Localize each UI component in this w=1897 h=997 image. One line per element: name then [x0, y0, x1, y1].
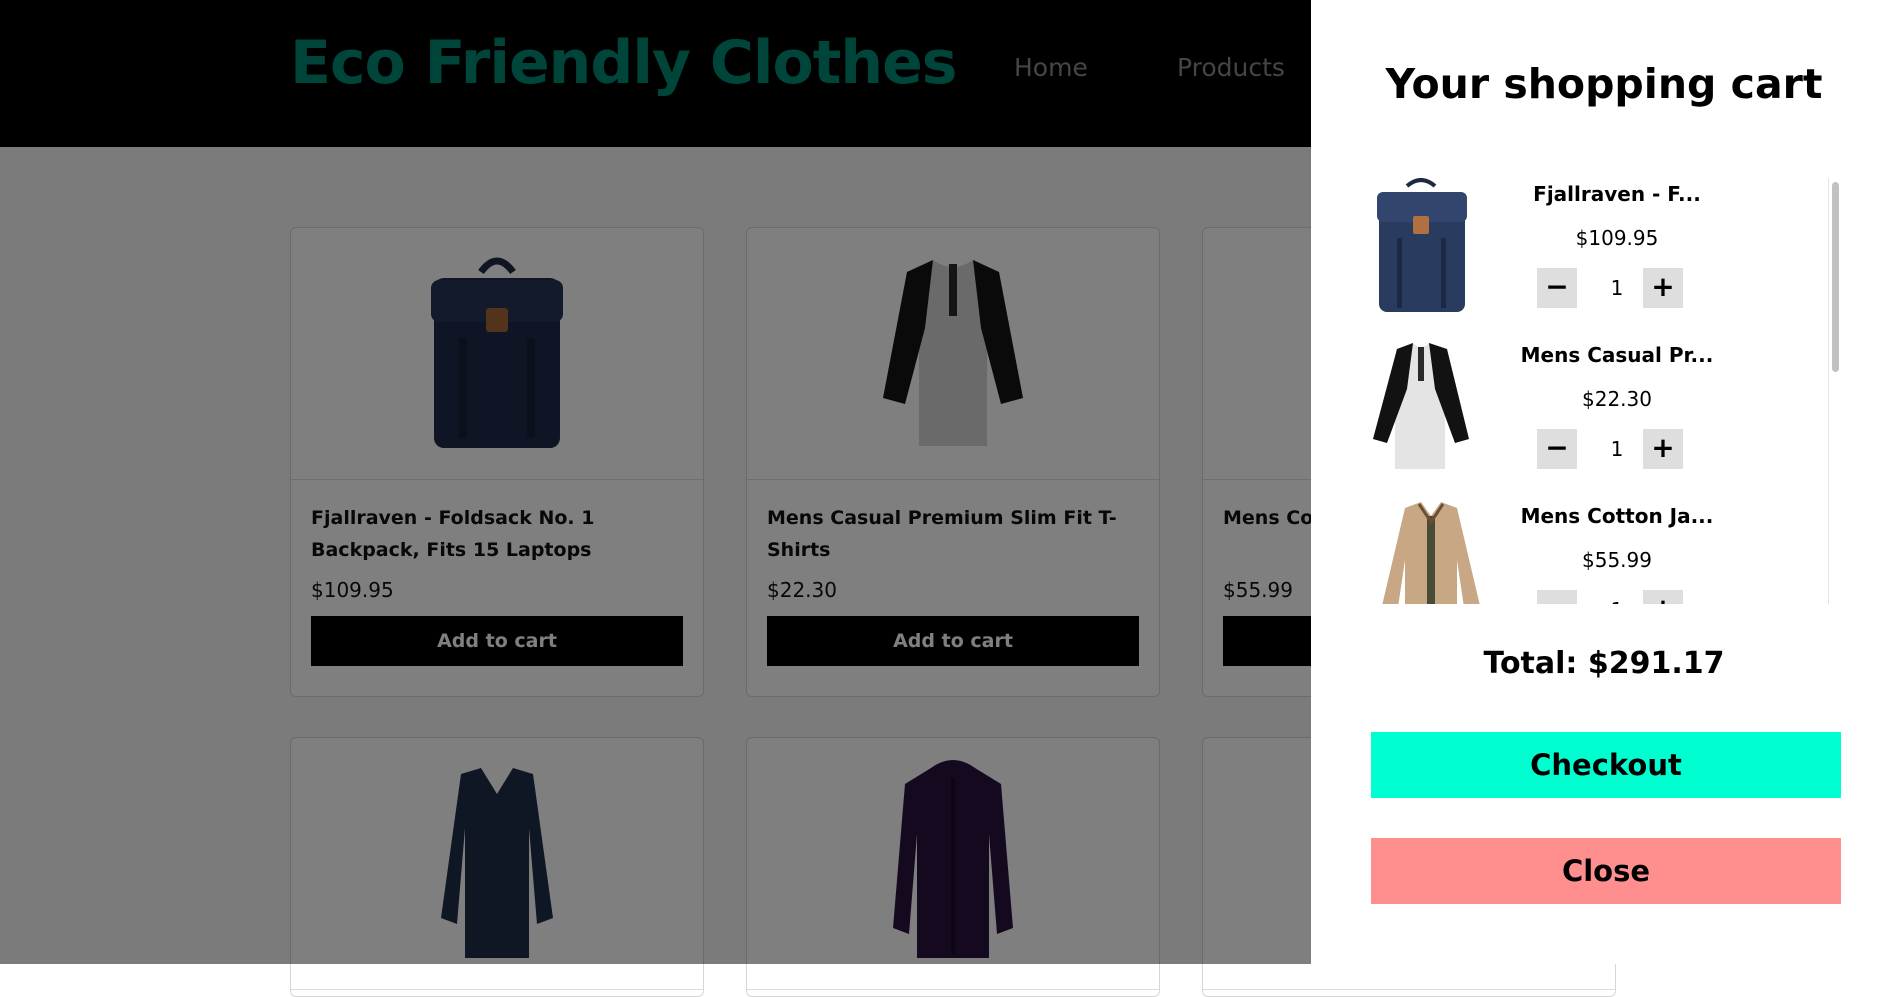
- cart-scrollbar[interactable]: [1828, 178, 1840, 604]
- cart-item-quantity: 1: [1597, 598, 1637, 604]
- cart-title: Your shopping cart: [1385, 60, 1823, 108]
- cart-item: Mens Casual Pr... $22.30 − 1 +: [1371, 339, 1831, 489]
- cart-item-name: Mens Casual Pr...: [1520, 343, 1714, 367]
- cart-item-price: $22.30: [1582, 387, 1652, 411]
- cart-panel: Your shopping cart Fjallraven - F... $10…: [1311, 0, 1897, 964]
- backpack-icon: [1371, 178, 1471, 318]
- cart-item-name: Fjallraven - F...: [1533, 182, 1701, 206]
- cart-item-list[interactable]: Fjallraven - F... $109.95 − 1 + Mens Cas…: [1371, 178, 1853, 604]
- decrease-quantity-button[interactable]: −: [1537, 268, 1577, 308]
- decrease-quantity-button[interactable]: −: [1537, 590, 1577, 604]
- cart-scrollbar-thumb[interactable]: [1832, 182, 1839, 372]
- increase-quantity-button[interactable]: +: [1643, 268, 1683, 308]
- jacket-icon: [1371, 500, 1480, 604]
- increase-quantity-button[interactable]: +: [1643, 590, 1683, 604]
- cart-item: Mens Cotton Ja... $55.99 − 1 +: [1371, 500, 1831, 604]
- increase-quantity-button[interactable]: +: [1643, 429, 1683, 469]
- cart-item-quantity: 1: [1610, 437, 1624, 461]
- cart-item-price: $109.95: [1575, 226, 1659, 250]
- cart-item-quantity: 1: [1610, 276, 1624, 300]
- cart-item: Fjallraven - F... $109.95 − 1 +: [1371, 178, 1831, 328]
- cart-item-price: $55.99: [1582, 548, 1652, 572]
- decrease-quantity-button[interactable]: −: [1537, 429, 1577, 469]
- tshirt-icon: [1371, 339, 1471, 479]
- checkout-button[interactable]: Checkout: [1371, 732, 1841, 798]
- cart-total: Total: $291.17: [1483, 646, 1725, 681]
- close-button[interactable]: Close: [1371, 838, 1841, 904]
- cart-item-name: Mens Cotton Ja...: [1520, 504, 1714, 528]
